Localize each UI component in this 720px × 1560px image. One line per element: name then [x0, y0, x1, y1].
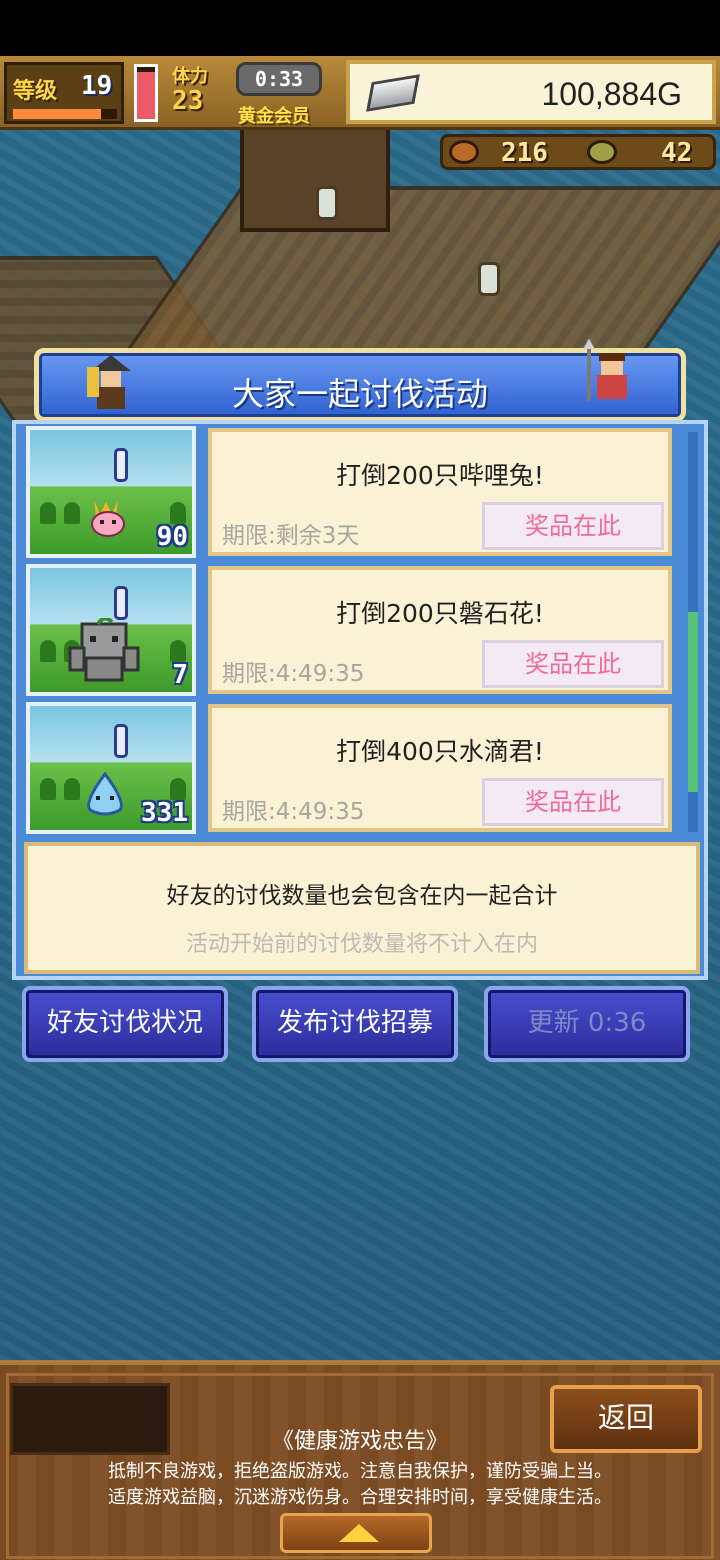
coin-icon [587, 140, 617, 164]
bottom-bar: 返回 《健康游戏忠告》 抵制不良游戏，拒绝盗版游戏。注意自我保护，谨防受骗上当。… [0, 1360, 720, 1560]
note-sub-text: 活动开始前的讨伐数量将不计入在内 [185, 932, 538, 957]
quest-thumbnail: 90 [26, 426, 196, 558]
gold-display: 100,884G [346, 60, 716, 124]
exclamation-icon [114, 586, 128, 620]
quest-thumbnail: 7 [26, 564, 196, 696]
water-drop-icon [87, 772, 123, 816]
tower [240, 112, 390, 232]
quest-list-scrollbar[interactable] [688, 432, 698, 832]
quest-title: 打倒200只磐石花! [336, 599, 544, 628]
quest-thumbnail: 331 [26, 702, 196, 834]
health-advice-title: 《健康游戏忠告》 [271, 1429, 448, 1454]
health-advice-line2: 适度游戏益脑，沉迷游戏伤身。合理安排时间，享受健康生活。 [108, 1487, 612, 1508]
quest-deadline: 期限:剩余3天 [222, 523, 360, 549]
stamina-label: 体力 [172, 66, 208, 87]
exclamation-icon [114, 724, 128, 758]
resource-a-value: 216 [501, 138, 548, 168]
quest-card: 打倒200只磐石花! 期限:4:49:35 奖品在此 [208, 566, 672, 694]
gold-value: 100,884G [541, 76, 682, 112]
note-main-text: 好友的讨伐数量也会包含在内一起合计 [166, 883, 558, 909]
quest-row[interactable]: 331 打倒400只水滴君! 期限:4:49:35 奖品在此 [22, 702, 698, 838]
membership-badge: 黄金会员 [238, 106, 310, 127]
quest-kill-count: 331 [141, 798, 188, 828]
knight-character-icon [583, 339, 627, 401]
rock-golem-icon [68, 618, 140, 682]
stamina-timer: 0:33 [236, 62, 322, 96]
stamina-value: 23 [172, 86, 204, 116]
lamp-icon [316, 186, 338, 220]
refresh-button[interactable]: 更新 0:36 [484, 986, 690, 1062]
lamp-icon [478, 262, 500, 296]
panel-header: 大家一起讨伐活动 [34, 339, 686, 422]
pink-rabbit-icon [91, 500, 125, 537]
level-progress-bar [13, 109, 117, 119]
resource-b-value: 42 [661, 138, 693, 168]
quest-card: 打倒200只哔哩兔! 期限:剩余3天 奖品在此 [208, 428, 672, 556]
quest-list[interactable]: 90 打倒200只哔哩兔! 期限:剩余3天 奖品在此 7 打倒200只磐石花! … [22, 426, 698, 840]
level-value: 19 [81, 71, 113, 101]
quest-title: 打倒400只水滴君! [336, 737, 544, 766]
level-label: 等级 [13, 79, 58, 104]
exclamation-icon [114, 448, 128, 482]
expand-menu-button[interactable] [280, 1513, 432, 1553]
quest-row[interactable]: 90 打倒200只哔哩兔! 期限:剩余3天 奖品在此 [22, 426, 698, 562]
quest-deadline: 期限:4:49:35 [222, 799, 365, 825]
view-prize-button[interactable]: 奖品在此 [482, 778, 664, 826]
top-hud: 等级 19 体力 23 0:33 黄金会员 100,884G [0, 56, 720, 130]
quest-kill-count: 90 [156, 522, 188, 552]
friend-status-button[interactable]: 好友讨伐状况 [22, 986, 228, 1062]
publish-recruit-button[interactable]: 发布讨伐招募 [252, 986, 458, 1062]
health-advice-line1: 抵制不良游戏，拒绝盗版游戏。注意自我保护，谨防受骗上当。 [108, 1461, 612, 1482]
quest-kill-count: 7 [172, 660, 188, 690]
silver-bar-icon [366, 74, 420, 112]
view-prize-button[interactable]: 奖品在此 [482, 502, 664, 550]
info-note: 好友的讨伐数量也会包含在内一起合计 活动开始前的讨伐数量将不计入在内 [24, 842, 700, 974]
hp-bar [134, 64, 158, 122]
arrow-up-icon [339, 1524, 379, 1542]
quest-deadline: 期限:4:49:35 [222, 661, 365, 687]
quest-row[interactable]: 7 打倒200只磐石花! 期限:4:49:35 奖品在此 [22, 564, 698, 700]
resource-bar: 216 42 [440, 134, 716, 170]
view-prize-button[interactable]: 奖品在此 [482, 640, 664, 688]
quest-card: 打倒400只水滴君! 期限:4:49:35 奖品在此 [208, 704, 672, 832]
hp-fill [137, 72, 155, 119]
level-box: 等级 19 [4, 62, 124, 124]
scrollbar-thumb[interactable] [688, 612, 698, 792]
quest-panel: 90 打倒200只哔哩兔! 期限:剩余3天 奖品在此 7 打倒200只磐石花! … [12, 420, 708, 980]
status-bar [0, 0, 720, 56]
medal-icon [449, 140, 479, 164]
level-progress-fill [13, 109, 102, 119]
quest-title: 打倒200只哔哩兔! [336, 461, 544, 490]
